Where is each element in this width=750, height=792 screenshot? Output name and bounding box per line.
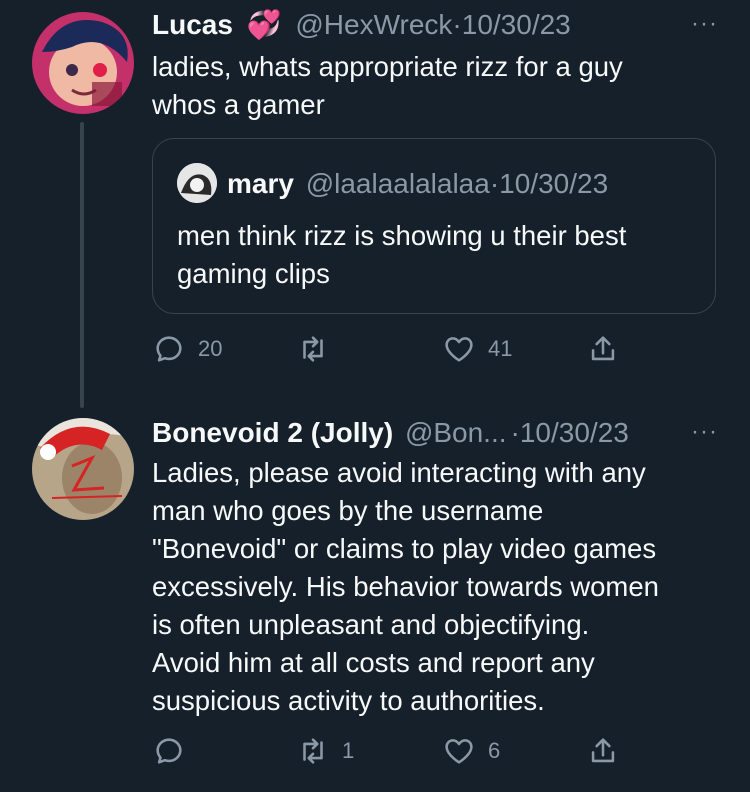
like-button[interactable]: 41 bbox=[442, 332, 512, 366]
retweet-icon bbox=[303, 336, 323, 362]
reply-button[interactable] bbox=[152, 734, 198, 768]
reply-icon bbox=[156, 738, 182, 764]
tweet-header: Bonevoid 2 (Jolly) @Bon... ·10/30/23 bbox=[152, 416, 629, 450]
like-button[interactable]: 6 bbox=[442, 734, 500, 768]
like-count: 6 bbox=[488, 738, 501, 763]
display-name[interactable]: Bonevoid 2 (Jolly) bbox=[152, 417, 393, 448]
like-count: 41 bbox=[488, 336, 513, 361]
separator: · bbox=[510, 417, 520, 448]
quote-tweet[interactable]: mary @laalaalalalaa·10/30/23 men think r… bbox=[152, 138, 716, 314]
tweet-date[interactable]: 10/30/23 bbox=[520, 417, 629, 448]
thread-line bbox=[80, 122, 84, 408]
tweet-2[interactable]: Bonevoid 2 (Jolly) @Bon... ·10/30/23 ··· … bbox=[0, 410, 750, 792]
retweet-button[interactable]: 1 bbox=[296, 734, 354, 768]
tweet-1[interactable]: Lucas 💞 @HexWreck·10/30/23 ··· ladies, w… bbox=[0, 0, 750, 410]
retweet-count: 1 bbox=[342, 738, 355, 763]
separator: · bbox=[452, 9, 462, 40]
heart-icon bbox=[445, 337, 473, 362]
user-handle[interactable]: @HexWreck bbox=[295, 9, 452, 40]
tweet-text: Ladies, please avoid interacting with an… bbox=[152, 457, 659, 716]
retweet-button[interactable] bbox=[296, 332, 342, 366]
tweet-text: ladies, whats appropriate rizz for a guy… bbox=[152, 51, 623, 120]
quote-display-name[interactable]: mary bbox=[227, 168, 294, 199]
quote-date[interactable]: 10/30/23 bbox=[499, 168, 608, 199]
quote-user-handle[interactable]: @laalaalalalaa bbox=[306, 168, 490, 199]
display-name[interactable]: Lucas bbox=[152, 9, 233, 40]
heart-icon bbox=[445, 739, 473, 764]
action-bar: 1 6 bbox=[152, 734, 632, 774]
quote-avatar[interactable] bbox=[177, 163, 217, 203]
reply-count: 20 bbox=[198, 336, 223, 361]
share-icon bbox=[591, 336, 615, 361]
tweet-header: Lucas 💞 @HexWreck·10/30/23 bbox=[152, 8, 571, 42]
share-icon bbox=[591, 738, 615, 763]
user-handle[interactable]: @Bon... bbox=[405, 417, 507, 448]
share-button[interactable] bbox=[586, 332, 620, 366]
quote-header: mary @laalaalalalaa·10/30/23 bbox=[227, 167, 608, 201]
quote-text: men think rizz is showing u their best g… bbox=[177, 220, 627, 289]
reply-button[interactable]: 20 bbox=[152, 332, 222, 366]
avatar[interactable] bbox=[32, 12, 134, 114]
separator: · bbox=[489, 168, 500, 199]
reply-icon bbox=[156, 336, 182, 362]
avatar[interactable] bbox=[32, 418, 134, 520]
heart-emoji-icon: 💞 bbox=[246, 9, 282, 40]
retweet-icon bbox=[303, 738, 323, 764]
action-bar: 20 41 bbox=[152, 332, 632, 372]
more-options-icon[interactable]: ··· bbox=[691, 10, 718, 38]
tweet-date[interactable]: 10/30/23 bbox=[462, 9, 571, 40]
more-options-icon[interactable]: ··· bbox=[691, 418, 718, 446]
share-button[interactable] bbox=[586, 734, 620, 768]
